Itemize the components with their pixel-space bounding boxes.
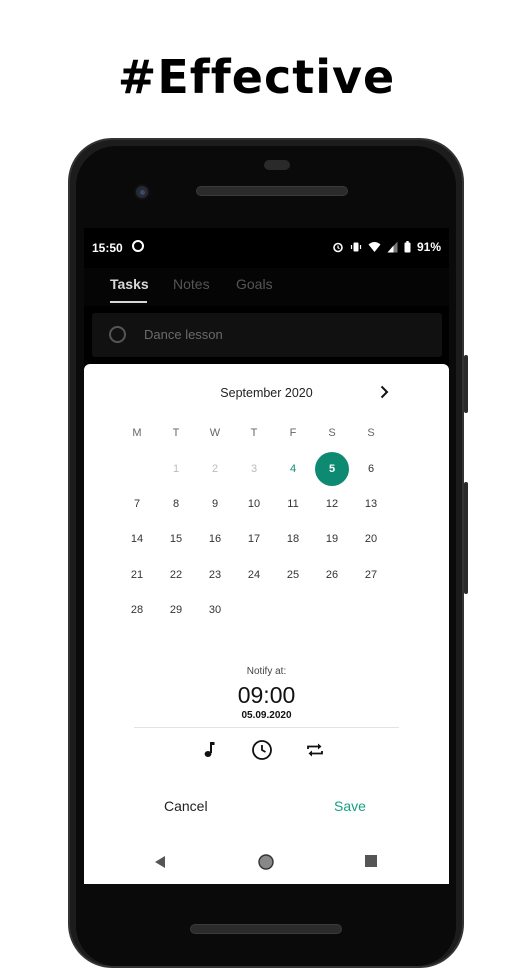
weekday-label: F <box>289 427 297 439</box>
cancel-button[interactable]: Cancel <box>164 798 208 814</box>
task-item[interactable]: Dance lesson <box>92 313 442 357</box>
active-tab-indicator <box>110 301 147 303</box>
calendar-day[interactable]: 28 <box>120 593 154 627</box>
calendar-day-selected[interactable]: 5 <box>315 452 349 486</box>
calendar-day[interactable]: 9 <box>198 487 232 521</box>
battery-percent: 91% <box>416 240 441 254</box>
wifi-icon <box>368 242 381 252</box>
calendar-day[interactable]: 30 <box>198 593 232 627</box>
tab-tasks[interactable]: Tasks <box>110 276 149 292</box>
calendar-day[interactable]: 26 <box>315 558 349 592</box>
calendar-day: 1 <box>172 463 180 475</box>
weekday-label: S <box>367 427 375 439</box>
sync-icon <box>132 240 144 252</box>
calendar-day[interactable]: 20 <box>354 522 388 556</box>
calendar-day[interactable]: 12 <box>315 487 349 521</box>
calendar-day[interactable]: 14 <box>120 522 154 556</box>
task-label: Dance lesson <box>144 327 223 342</box>
bottom-speaker-grille <box>190 924 342 934</box>
back-icon[interactable] <box>153 854 167 870</box>
weekday-label: W <box>209 427 221 439</box>
divider <box>134 727 399 728</box>
status-bar: 15:50 91% <box>84 228 449 268</box>
calendar-day[interactable]: 23 <box>198 558 232 592</box>
calendar-day[interactable]: 10 <box>237 487 271 521</box>
navigation-bar <box>84 842 449 884</box>
weekday-label: M <box>132 427 142 439</box>
status-icons: 91% <box>332 240 441 254</box>
notify-date: 05.09.2020 <box>241 710 292 721</box>
power-button <box>464 355 468 413</box>
tab-bar: Tasks Notes Goals <box>84 268 449 306</box>
calendar-day[interactable]: 24 <box>237 558 271 592</box>
front-camera <box>134 184 150 200</box>
calendar-day[interactable]: 18 <box>276 522 310 556</box>
task-checkbox[interactable] <box>109 326 126 343</box>
phone-screen: 15:50 91% Tasks Notes Goals Dance lesson… <box>84 228 449 884</box>
notify-time[interactable]: 09:00 <box>84 682 449 709</box>
calendar-day[interactable]: 13 <box>354 487 388 521</box>
top-sensor <box>264 160 290 170</box>
calendar-day[interactable]: 19 <box>315 522 349 556</box>
repeat-icon[interactable] <box>303 738 327 762</box>
vibrate-icon <box>350 242 362 252</box>
month-title: September 2020 <box>220 386 313 400</box>
calendar-day[interactable]: 17 <box>237 522 271 556</box>
calendar-day[interactable]: 25 <box>276 558 310 592</box>
calendar-day[interactable]: 16 <box>198 522 232 556</box>
calendar-day[interactable]: 21 <box>120 558 154 592</box>
calendar-day[interactable]: 15 <box>159 522 193 556</box>
calendar-day: 3 <box>250 463 258 475</box>
tab-notes[interactable]: Notes <box>173 276 210 292</box>
calendar-day[interactable]: 8 <box>159 487 193 521</box>
earpiece-grille <box>196 186 348 196</box>
home-icon[interactable] <box>258 854 274 870</box>
clock-icon[interactable] <box>250 738 274 762</box>
alarm-icon <box>333 242 343 253</box>
calendar-day: 2 <box>211 463 219 475</box>
chevron-right-icon[interactable] <box>376 384 392 400</box>
calendar-day[interactable]: 6 <box>354 452 388 486</box>
reminder-sheet: September 2020 MTWTFSS 1 2 3 4 5 6 7 8 9 10 11 12 13… <box>84 364 449 884</box>
weekday-label: S <box>328 427 336 439</box>
signal-icon <box>387 241 398 253</box>
music-note-icon[interactable] <box>198 738 222 762</box>
weekday-label: T <box>172 427 180 439</box>
calendar-day[interactable]: 27 <box>354 558 388 592</box>
recents-icon[interactable] <box>364 854 378 868</box>
calendar-day[interactable]: 4 <box>276 452 310 486</box>
battery-icon <box>404 241 411 253</box>
calendar-day[interactable]: 22 <box>159 558 193 592</box>
calendar-day[interactable]: 7 <box>120 487 154 521</box>
weekday-label: T <box>250 427 258 439</box>
headline: #Effective <box>117 50 396 104</box>
calendar-day[interactable]: 11 <box>276 487 310 521</box>
save-button[interactable]: Save <box>334 798 366 814</box>
volume-rocker <box>464 482 468 594</box>
status-time: 15:50 <box>92 241 123 255</box>
calendar-day[interactable]: 29 <box>159 593 193 627</box>
tab-goals[interactable]: Goals <box>236 276 273 292</box>
notify-label: Notify at: <box>246 666 287 677</box>
